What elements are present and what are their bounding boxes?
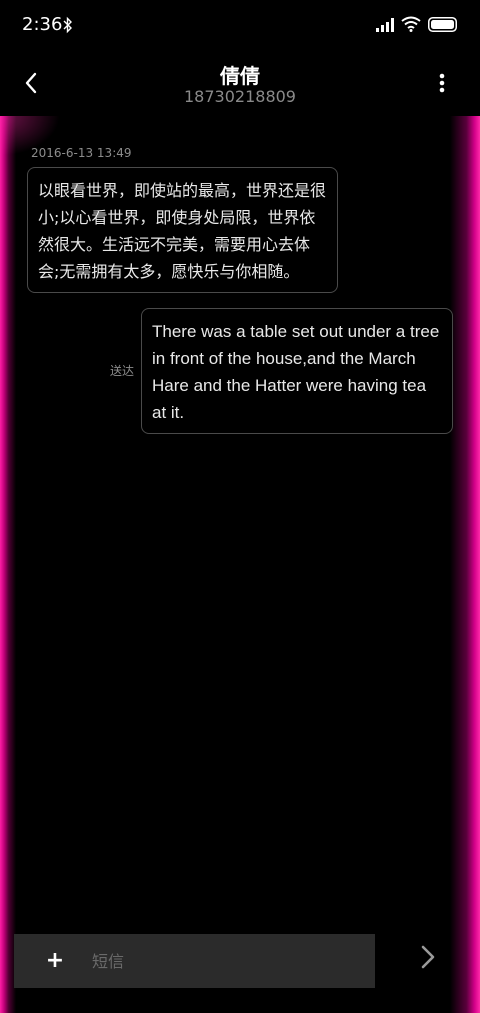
incoming-message-bubble[interactable]: 以眼看世界，即使站的最高，世界还是很 小;以心看世界，即使身处局限，世界依 然很… <box>27 167 338 293</box>
conversation-header: 倩倩 18730218809 <box>0 54 480 116</box>
message-text-line: 以眼看世界，即使站的最高，世界还是很 <box>38 181 327 200</box>
message-list[interactable]: 2016-6-13 13:49 以眼看世界，即使站的最高，世界还是很 小;以心看… <box>0 116 480 1013</box>
message-text-line: Hare and the Hatter were having tea <box>152 376 427 395</box>
contact-number[interactable]: 18730218809 <box>0 87 480 106</box>
status-time: 2:36 <box>22 14 63 35</box>
message-text-line: 然很大。生活远不完美，需要用心去体 <box>38 235 311 254</box>
outgoing-message-bubble[interactable]: There was a table set out under a tree i… <box>141 308 453 434</box>
attach-button[interactable]: + <box>44 948 66 973</box>
message-text-line: 小;以心看世界，即使身处局限，世界依 <box>38 208 316 227</box>
bluetooth-icon <box>63 16 72 34</box>
message-timestamp: 2016-6-13 13:49 <box>31 146 132 160</box>
contact-name[interactable]: 倩倩 <box>0 60 480 89</box>
signal-icon <box>376 18 394 32</box>
wifi-icon <box>401 16 421 32</box>
composer-bar: + <box>14 934 375 988</box>
delivery-status: 送达 <box>110 364 135 378</box>
messaging-screen: 2:36 倩倩 18730218809 2016-6-13 13:49 以眼看世… <box>0 0 480 1013</box>
edge-glow-left <box>0 116 16 1013</box>
edge-glow-right <box>450 116 480 1013</box>
battery-icon <box>428 17 457 32</box>
chevron-right-icon <box>421 945 435 969</box>
send-button[interactable] <box>414 940 442 974</box>
message-text-line: in front of the house,and the March <box>152 349 416 368</box>
message-text-line: at it. <box>152 403 185 422</box>
message-text-line: 会;无需拥有太多，愿快乐与你相随。 <box>38 262 300 281</box>
message-text-line: There was a table set out under a tree <box>152 322 440 341</box>
more-vertical-icon <box>439 73 445 93</box>
status-bar: 2:36 <box>0 0 480 54</box>
more-options-button[interactable] <box>430 70 454 96</box>
message-input[interactable] <box>92 946 362 976</box>
